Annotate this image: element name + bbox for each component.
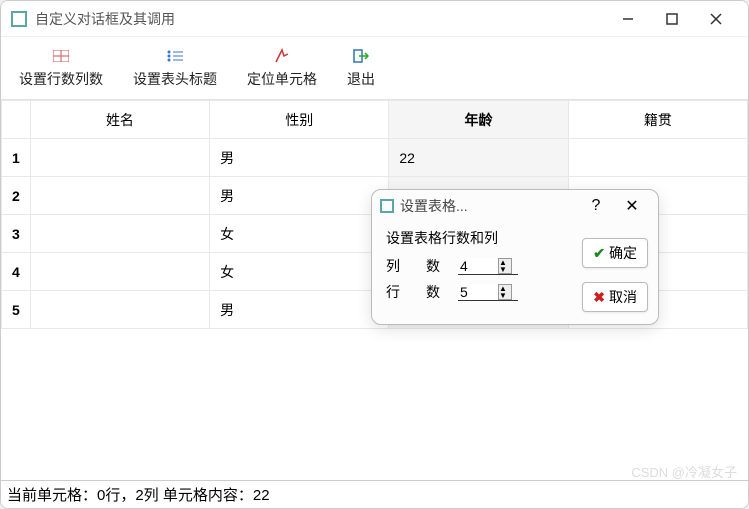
table-cell[interactable] xyxy=(568,139,747,177)
list-icon xyxy=(166,47,184,65)
set-rows-cols-button[interactable]: 设置行数列数 xyxy=(9,43,113,93)
row-spinbox[interactable]: ▲▼ xyxy=(458,284,518,301)
row-header[interactable]: 4 xyxy=(2,253,31,291)
row-input[interactable] xyxy=(458,284,498,300)
status-text: 当前单元格：0行，2列 单元格内容：22 xyxy=(7,484,270,505)
dialog-titlebar: 设置表格... ? ✕ xyxy=(372,190,658,222)
status-bar: 当前单元格：0行，2列 单元格内容：22 xyxy=(1,480,748,508)
table-cell[interactable] xyxy=(30,177,209,215)
table-cell[interactable]: 女 xyxy=(210,215,389,253)
ok-label: 确定 xyxy=(609,243,637,263)
table-cell[interactable] xyxy=(30,253,209,291)
x-icon: ✖ xyxy=(593,289,605,306)
dialog-title: 设置表格... xyxy=(400,196,578,216)
dialog-icon xyxy=(380,199,394,213)
close-button[interactable] xyxy=(694,4,738,34)
check-icon: ✔ xyxy=(593,245,605,262)
row-header[interactable]: 1 xyxy=(2,139,31,177)
dialog-heading: 设置表格行数和列 xyxy=(386,228,582,248)
ok-button[interactable]: ✔确定 xyxy=(582,238,648,268)
app-icon xyxy=(11,11,27,27)
table-cell[interactable] xyxy=(30,139,209,177)
row-label: 行 数 xyxy=(386,282,452,302)
cancel-label: 取消 xyxy=(609,287,637,307)
toolbar-label: 设置行数列数 xyxy=(19,69,103,89)
dialog-close-button[interactable]: ✕ xyxy=(614,196,650,216)
settings-dialog: 设置表格... ? ✕ 设置表格行数和列 列 数 ▲▼ 行 数 ▲▼ ✔确 xyxy=(371,189,659,325)
maximize-button[interactable] xyxy=(650,4,694,34)
spin-arrows-icon[interactable]: ▲▼ xyxy=(498,284,512,300)
table-cell[interactable] xyxy=(30,291,209,329)
spin-arrows-icon[interactable]: ▲▼ xyxy=(498,258,512,274)
exit-button[interactable]: 退出 xyxy=(337,43,385,93)
table-cell[interactable]: 男 xyxy=(210,177,389,215)
grid-icon xyxy=(52,47,70,65)
toolbar: 设置行数列数 设置表头标题 定位单元格 退出 xyxy=(1,37,748,100)
col-label: 列 数 xyxy=(386,256,452,276)
minimize-button[interactable] xyxy=(606,4,650,34)
table-cell[interactable]: 男 xyxy=(210,139,389,177)
column-header[interactable]: 性别 xyxy=(210,101,389,139)
table-row: 1 男22 xyxy=(2,139,748,177)
table-cell[interactable] xyxy=(30,215,209,253)
table-cell[interactable]: 男 xyxy=(210,291,389,329)
target-icon xyxy=(273,47,291,65)
help-button[interactable]: ? xyxy=(578,197,614,215)
row-header[interactable]: 2 xyxy=(2,177,31,215)
toolbar-label: 退出 xyxy=(347,69,375,89)
table-cell[interactable]: 女 xyxy=(210,253,389,291)
column-input[interactable] xyxy=(458,258,498,274)
exit-icon xyxy=(352,47,370,65)
toolbar-label: 设置表头标题 xyxy=(133,69,217,89)
column-header[interactable]: 姓名 xyxy=(30,101,209,139)
column-spinbox[interactable]: ▲▼ xyxy=(458,258,518,275)
locate-cell-button[interactable]: 定位单元格 xyxy=(237,43,327,93)
toolbar-label: 定位单元格 xyxy=(247,69,317,89)
corner-header xyxy=(2,101,31,139)
column-header[interactable]: 年龄 xyxy=(389,101,568,139)
table-cell[interactable]: 22 xyxy=(389,139,568,177)
column-header[interactable]: 籍贯 xyxy=(568,101,747,139)
window-title: 自定义对话框及其调用 xyxy=(35,9,606,29)
row-header[interactable]: 3 xyxy=(2,215,31,253)
cancel-button[interactable]: ✖取消 xyxy=(582,282,648,312)
row-header[interactable]: 5 xyxy=(2,291,31,329)
titlebar: 自定义对话框及其调用 xyxy=(1,1,748,37)
set-headers-button[interactable]: 设置表头标题 xyxy=(123,43,227,93)
